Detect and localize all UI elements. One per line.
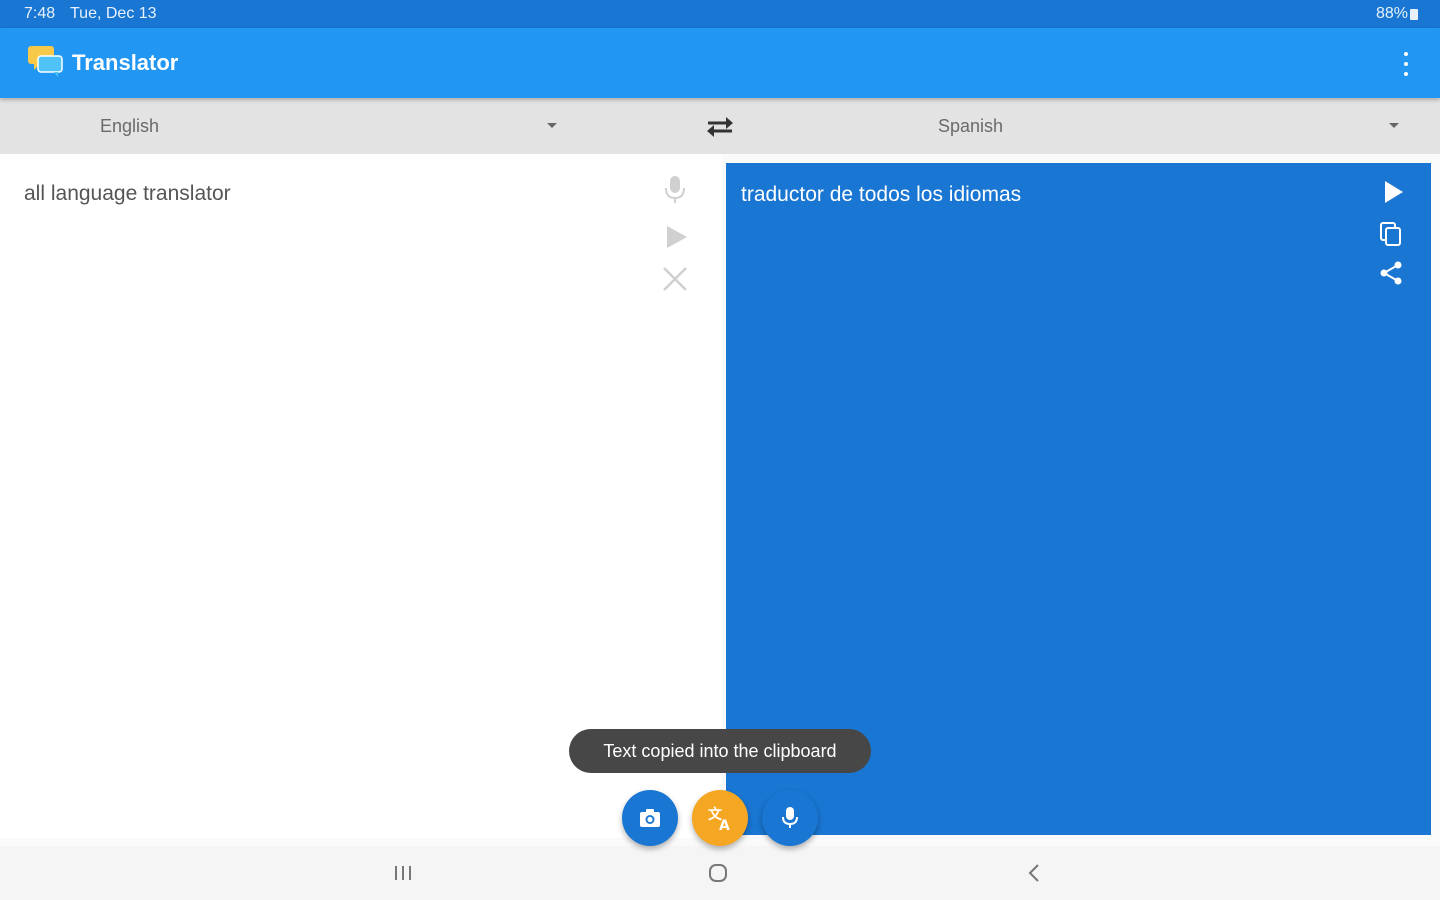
battery-percent: 88% <box>1375 5 1408 22</box>
back-icon[interactable] <box>1019 860 1049 886</box>
home-icon[interactable] <box>703 860 733 886</box>
mic-icon <box>782 807 798 828</box>
voice-input-button[interactable] <box>762 790 818 846</box>
battery-status: 88% <box>1376 5 1418 23</box>
camera-button[interactable] <box>622 790 678 846</box>
clipboard-toast: Text copied into the clipboard <box>569 729 871 773</box>
app-bar: Translator <box>0 28 1440 98</box>
system-nav-bar <box>0 846 1440 900</box>
more-vert-icon[interactable] <box>1392 52 1420 76</box>
translated-text: traductor de todos los idiomas <box>741 183 1022 206</box>
app-title: Translator <box>72 50 179 75</box>
translate-button[interactable]: 文 A <box>692 790 748 846</box>
swap-languages-icon[interactable] <box>700 110 740 144</box>
chevron-down-icon <box>547 123 557 128</box>
status-time: 7:48 <box>24 5 56 22</box>
share-icon[interactable] <box>1377 259 1405 287</box>
svg-text:A: A <box>719 818 730 833</box>
mic-icon[interactable] <box>661 174 689 204</box>
play-icon[interactable] <box>663 222 691 252</box>
camera-icon <box>640 809 660 827</box>
source-text-input[interactable]: all language translator <box>24 182 231 206</box>
source-language-label: English <box>100 116 160 136</box>
close-icon[interactable] <box>661 264 689 294</box>
toast-message: Text copied into the clipboard <box>603 740 837 761</box>
battery-icon <box>1410 8 1418 20</box>
status-date: Tue, Dec 13 <box>70 5 157 22</box>
chevron-down-icon <box>1389 123 1399 128</box>
play-icon[interactable] <box>1379 178 1407 206</box>
source-language-dropdown[interactable]: English <box>0 98 590 154</box>
translate-icon: 文 A <box>708 806 730 833</box>
recents-icon[interactable] <box>388 860 418 886</box>
status-bar: 7:48 Tue, Dec 13 88% <box>0 0 1440 28</box>
copy-icon[interactable] <box>1377 220 1405 248</box>
target-language-label: Spanish <box>938 116 1004 136</box>
target-language-dropdown[interactable]: Spanish <box>840 98 1440 154</box>
app-logo-icon <box>28 46 63 77</box>
